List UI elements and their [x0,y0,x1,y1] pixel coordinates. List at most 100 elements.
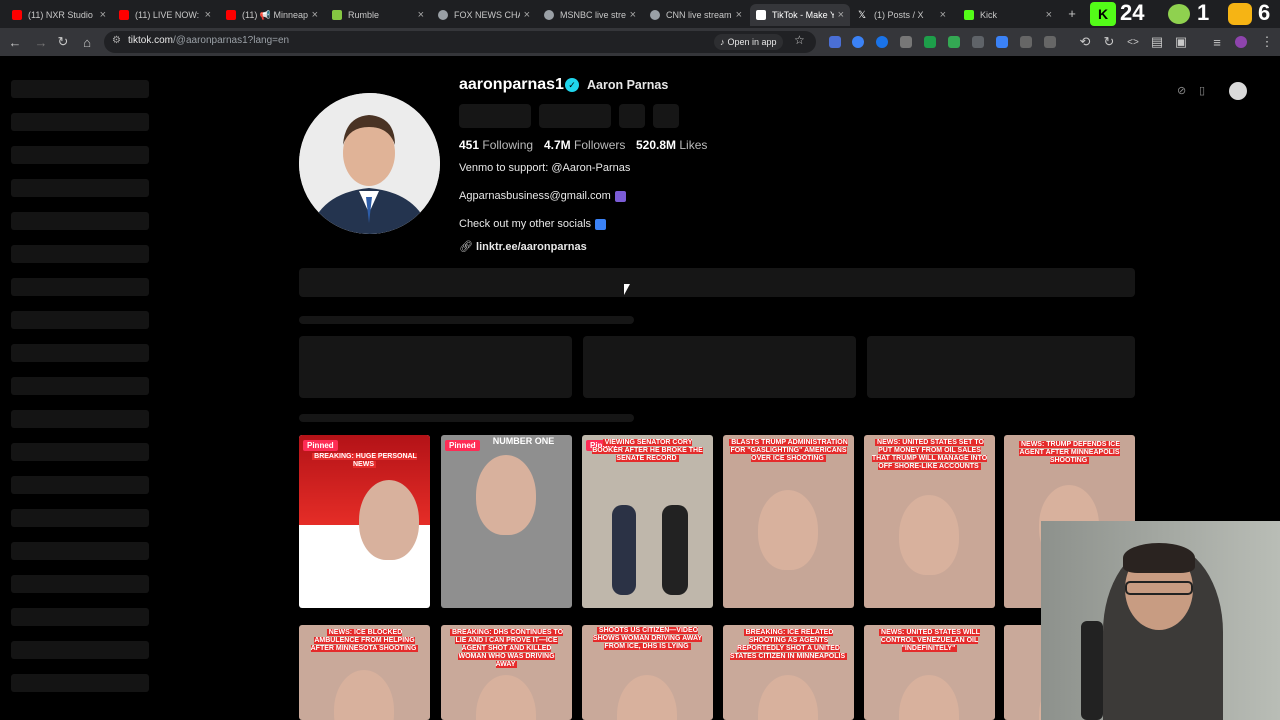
followers-stat[interactable]: 4.7M Followers [544,138,625,152]
extension-icon[interactable] [852,36,864,48]
card-placeholder [583,336,856,398]
browser-tab[interactable]: Kick × [958,4,1058,26]
globe-icon [438,10,448,20]
sidebar-placeholder [11,113,149,131]
video-thumbnail[interactable]: Pinned NUMBER ONE [441,435,572,608]
browser-tab[interactable]: FOX NEWS CHA × [432,4,536,26]
address-bar[interactable]: ⚙ tiktok.com/@aaronparnas1?lang=en ♪ Open… [104,31,816,53]
profile-display-name: Aaron Parnas [587,78,669,92]
youtube-icon [226,10,236,20]
forward-button[interactable]: → [32,33,50,51]
video-caption: NEWS: UNITED STATES WILL CONTROL VENEZUE… [879,629,980,652]
close-tab-icon[interactable]: × [940,9,946,21]
tiktok-icon [756,10,766,20]
site-info-icon[interactable]: ⚙ [112,35,121,46]
close-tab-icon[interactable]: × [100,9,106,21]
open-in-app-button[interactable]: ♪ Open in app [714,34,783,50]
extension-icon[interactable] [876,36,888,48]
extension-icon[interactable] [948,36,960,48]
video-caption: BREAKING: DHS CONTINUES TO LIE AND I CAN… [449,629,564,668]
rumble-logo-icon [1168,4,1190,24]
card-placeholder [867,336,1135,398]
browser-tab[interactable]: (11) NXR Studio × [6,4,112,26]
extension-icon[interactable] [924,36,936,48]
browser-tab[interactable]: MSNBC live stre × [538,4,642,26]
downloads-icon[interactable]: ▣ [1172,33,1190,51]
refresh-icon[interactable]: ↻ [1100,33,1118,51]
video-thumbnail[interactable]: BREAKING: DHS CONTINUES TO LIE AND I CAN… [441,625,572,720]
video-caption: NUMBER ONE [492,436,555,446]
sidebar-placeholder [11,608,149,626]
more-button-placeholder [653,104,679,128]
video-thumbnail[interactable]: NEWS: ICE BLOCKED AMBULENCE FROM HELPING… [299,625,430,720]
extension-icon[interactable] [972,36,984,48]
close-tab-icon[interactable]: × [524,9,530,21]
sidebar-placeholder [11,443,149,461]
video-thumbnail[interactable]: SHOOTS US CITIZEN—VIDEO SHOWS WOMAN DRIV… [582,625,713,720]
sidebar-placeholder [11,146,149,164]
sidebar-placeholder [11,674,149,692]
profile-username: aaronparnas1 [459,76,564,93]
more-menu-icon[interactable]: ⋮ [1258,33,1276,51]
sidebar-icon[interactable]: ▤ [1148,33,1166,51]
browser-tab[interactable]: (11) LIVE NOW: × [113,4,217,26]
close-tab-icon[interactable]: × [838,9,844,21]
close-tab-icon[interactable]: × [418,9,424,21]
sidebar-placeholder [11,344,149,362]
video-thumbnail[interactable]: BLASTS TRUMP ADMINISTRATION FOR "GASLIGH… [723,435,854,608]
sidebar-placeholder [11,278,149,296]
extensions-puzzle-icon[interactable] [1044,36,1056,48]
youtube-icon [12,10,22,20]
video-thumbnail[interactable]: Pinned VIEWING SENATOR CORY BOOKER AFTER… [582,435,713,608]
url-host: tiktok.com [128,35,174,46]
home-button[interactable]: ⌂ [78,33,96,51]
x-logo-icon: 𝕏 [858,10,867,21]
bookmark-star-icon[interactable]: ☆ [794,33,805,47]
video-thumbnail[interactable]: BREAKING: ICE RELATED SHOOTING AS AGENTS… [723,625,854,720]
new-tab-button[interactable]: + [1063,4,1081,22]
sidebar-placeholder [11,377,149,395]
browser-tab[interactable]: (11) 📢 Minneap × [220,4,324,26]
compass-icon[interactable]: ⊘ [1177,84,1191,98]
close-tab-icon[interactable]: × [630,9,636,21]
following-stat[interactable]: 451 Following [459,138,533,152]
extension-icon[interactable] [829,36,841,48]
profile-avatar-icon[interactable] [1235,36,1247,48]
user-avatar[interactable] [1229,82,1247,100]
video-thumbnail[interactable]: Pinned BREAKING: HUGE PERSONAL NEWS [299,435,430,608]
close-tab-icon[interactable]: × [312,9,318,21]
browser-tab-active[interactable]: TikTok - Make Y × [750,4,850,26]
sidebar-placeholder [11,80,149,98]
globe-icon [544,10,554,20]
reload-button[interactable]: ↻ [54,33,72,51]
menu-list-icon[interactable]: ≡ [1208,33,1226,51]
message-button-placeholder [539,104,611,128]
kick-logo-icon: K [1090,2,1116,26]
video-thumbnail[interactable]: NEWS: UNITED STATES SET TO PUT MONEY FRO… [864,435,995,608]
back-button[interactable]: ← [6,33,24,51]
profile-link[interactable]: 🔗︎ linktr.ee/aaronparnas [459,240,587,253]
history-icon[interactable]: ⟲ [1076,33,1094,51]
browser-tab[interactable]: CNN live stream × [644,4,748,26]
browser-tab[interactable]: 𝕏 (1) Posts / X × [852,4,952,26]
phone-icon[interactable]: ▯ [1199,84,1213,98]
sidebar-placeholder [11,641,149,659]
sidebar-placeholder [11,311,149,329]
extension-icon[interactable] [1020,36,1032,48]
close-tab-icon[interactable]: × [736,9,742,21]
close-tab-icon[interactable]: × [1046,9,1052,21]
bio-line: Agparnasbusiness@gmail.com [459,190,626,202]
devtools-icon[interactable]: <> [1124,33,1142,51]
video-caption: SHOOTS US CITIZEN—VIDEO SHOWS WOMAN DRIV… [592,627,703,650]
video-caption: VIEWING SENATOR CORY BOOKER AFTER HE BRO… [592,439,703,462]
close-tab-icon[interactable]: × [205,9,211,21]
kick-icon [964,10,974,20]
extension-icon[interactable] [900,36,912,48]
link-icon: 🔗︎ [459,241,473,253]
video-caption: BLASTS TRUMP ADMINISTRATION FOR "GASLIGH… [729,439,848,462]
extension-icon[interactable] [996,36,1008,48]
browser-tab[interactable]: Rumble × [326,4,430,26]
viewer-count: 6 [1258,0,1271,25]
envelope-emoji-icon [614,190,626,202]
video-thumbnail[interactable]: NEWS: UNITED STATES WILL CONTROL VENEZUE… [864,625,995,720]
